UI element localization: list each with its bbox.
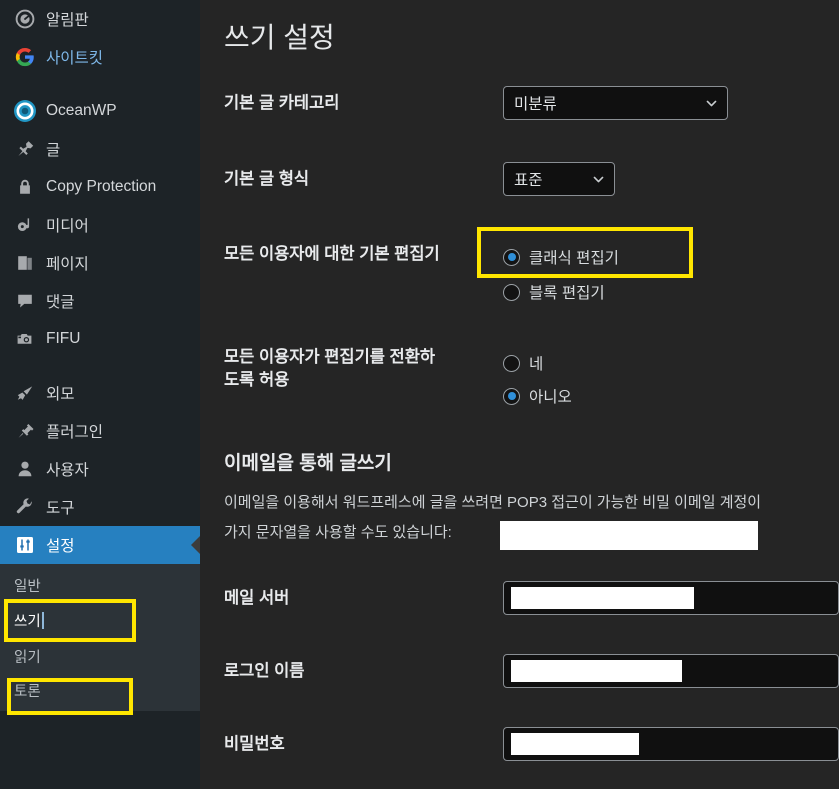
camera-icon	[10, 328, 40, 350]
default-category-label: 기본 글 카테고리	[224, 94, 340, 112]
allow-switch-label-line1: 모든 이용자가 편집기를 전환하	[224, 348, 436, 366]
submenu-item-label: 일반	[14, 578, 41, 595]
text-caret	[41, 612, 44, 629]
sidebar-item-copy-protection[interactable]: Copy Protection	[0, 168, 200, 206]
pin-icon	[10, 138, 40, 160]
sidebar-item-oceanwp[interactable]: OceanWP	[0, 92, 200, 130]
default-category-select[interactable]: 미분류	[503, 86, 728, 120]
sidebar-item-label: 외모	[46, 386, 75, 403]
submenu-item-label: 쓰기	[14, 614, 41, 630]
sidebar-item-dashboard[interactable]: 알림판	[0, 0, 200, 38]
sidebar-item-label: 미디어	[46, 218, 89, 235]
sidebar-item-users[interactable]: 사용자	[0, 450, 200, 488]
user-icon	[10, 458, 40, 480]
page-title: 쓰기 설정	[224, 22, 335, 53]
plug-icon	[10, 420, 40, 442]
sidebar-item-pages[interactable]: 페이지	[0, 244, 200, 282]
sidebar-item-label: 사용자	[46, 462, 89, 479]
chevron-down-icon	[593, 176, 604, 182]
submenu-item-discussion[interactable]: 토론	[0, 673, 200, 707]
media-icon	[10, 214, 40, 236]
mail-server-label: 메일 서버	[224, 589, 290, 607]
sidebar-item-fifu[interactable]: FIFU	[0, 320, 200, 358]
redaction-mail-server	[511, 587, 694, 609]
radio-block-editor-input[interactable]	[503, 283, 520, 301]
lock-icon	[10, 176, 40, 198]
sidebar-item-label: 설정	[46, 538, 75, 555]
default-format-value: 표준	[514, 172, 543, 189]
pages-icon	[10, 252, 40, 274]
sidebar-item-media[interactable]: 미디어	[0, 206, 200, 244]
allow-switch-label: 모든 이용자가 편집기를 전환하 도록 허용	[224, 346, 435, 392]
submenu-item-general[interactable]: 일반	[0, 568, 200, 602]
google-g-icon	[10, 46, 40, 68]
active-menu-arrow	[191, 536, 200, 554]
sidebar-item-label: 도구	[46, 500, 75, 517]
radio-block-editor[interactable]: 블록 편집기	[503, 281, 605, 303]
radio-switch-no-label: 아니오	[529, 389, 572, 406]
sidebar-item-label: 댓글	[46, 294, 75, 311]
oceanwp-icon	[10, 100, 40, 122]
main-content: 쓰기 설정 기본 글 카테고리 미분류 기본 글 형식 표준 모든 이용자에 대…	[200, 0, 839, 789]
radio-switch-yes-label: 네	[529, 356, 544, 373]
default-format-select[interactable]: 표준	[503, 162, 615, 196]
sidebar-item-label: 페이지	[46, 256, 89, 273]
radio-switch-no-input[interactable]	[503, 387, 520, 405]
sidebar-item-label: 사이트킷	[46, 50, 104, 67]
radio-classic-editor[interactable]: 클래식 편집기	[503, 246, 619, 268]
sidebar-item-posts[interactable]: 글	[0, 130, 200, 168]
sidebar-item-label: Copy Protection	[46, 178, 157, 195]
admin-sidebar: 알림판 사이트킷 OceanWP 글 Copy Protection 미디어 페…	[0, 0, 200, 789]
sidebar-item-label: OceanWP	[46, 102, 117, 119]
radio-block-editor-label: 블록 편집기	[529, 285, 605, 302]
sidebar-item-appearance[interactable]: 외모	[0, 374, 200, 412]
radio-classic-editor-input[interactable]	[503, 248, 520, 266]
sidebar-item-tools[interactable]: 도구	[0, 488, 200, 526]
sidebar-item-label: 플러그인	[46, 424, 104, 441]
brush-icon	[10, 382, 40, 404]
default-format-label: 기본 글 형식	[224, 170, 310, 188]
password-label: 비밀번호	[224, 735, 285, 753]
wrench-icon	[10, 496, 40, 518]
login-name-label: 로그인 이름	[224, 662, 305, 680]
radio-classic-editor-label: 클래식 편집기	[529, 250, 619, 267]
submenu-item-writing[interactable]: 쓰기	[4, 599, 136, 642]
sidebar-item-label: FIFU	[46, 330, 81, 347]
redaction-login-name	[511, 660, 682, 682]
chevron-down-icon	[706, 100, 717, 106]
radio-switch-yes[interactable]: 네	[503, 352, 543, 374]
email-paragraph-line1: 이메일을 이용해서 워드프레스에 글을 쓰려면 POP3 접근이 가능한 비밀 …	[224, 494, 762, 511]
comment-icon	[10, 290, 40, 312]
default-category-value: 미분류	[514, 96, 557, 113]
submenu-item-reading[interactable]: 읽기	[0, 639, 200, 673]
dashboard-icon	[10, 8, 40, 30]
radio-switch-no[interactable]: 아니오	[503, 385, 572, 407]
sidebar-item-plugins[interactable]: 플러그인	[0, 412, 200, 450]
submenu-item-label: 읽기	[14, 649, 41, 666]
sidebar-item-comments[interactable]: 댓글	[0, 282, 200, 320]
redaction-inline-secret	[500, 521, 758, 550]
allow-switch-label-line2: 도록 허용	[224, 371, 290, 389]
default-editor-label: 모든 이용자에 대한 기본 편집기	[224, 245, 440, 263]
sidebar-item-label: 글	[46, 142, 61, 159]
email-section-heading: 이메일을 통해 글쓰기	[224, 453, 392, 474]
settings-submenu: 일반 쓰기 읽기 토론	[0, 564, 200, 711]
submenu-item-label: 토론	[14, 683, 41, 700]
sidebar-item-sitekit[interactable]: 사이트킷	[0, 38, 200, 76]
redaction-password	[511, 733, 639, 755]
radio-switch-yes-input[interactable]	[503, 354, 520, 372]
sidebar-item-label: 알림판	[46, 12, 89, 29]
settings-sliders-icon	[10, 534, 40, 556]
sidebar-item-settings[interactable]: 설정	[0, 526, 200, 564]
